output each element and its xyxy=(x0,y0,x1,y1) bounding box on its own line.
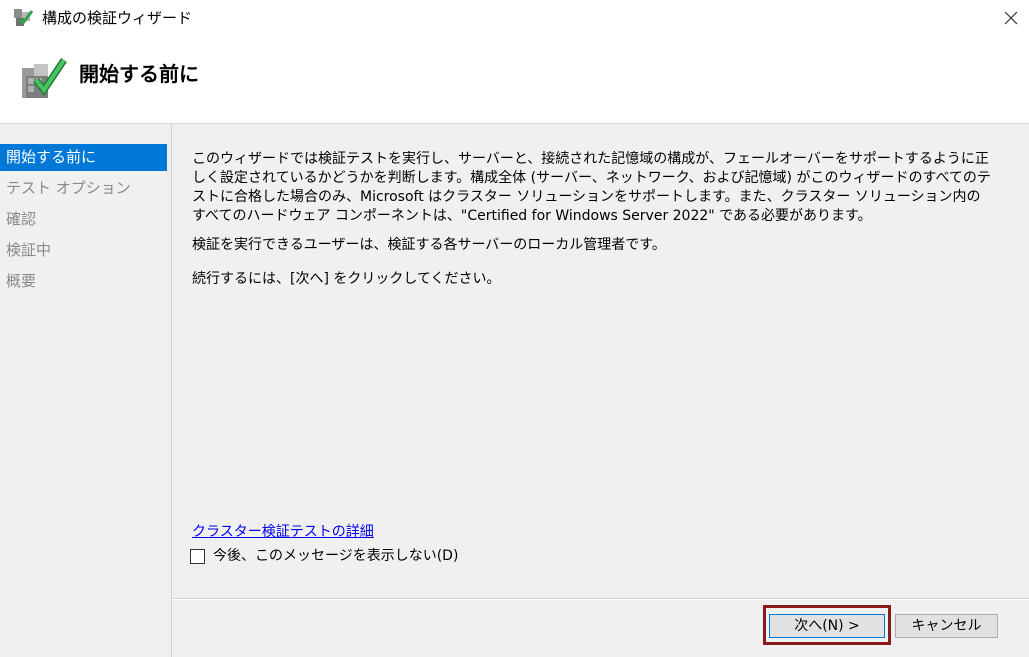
title-bar: 構成の検証ウィザード xyxy=(0,0,1029,38)
nav-step-summary[interactable]: 概要 xyxy=(0,268,167,295)
window-title: 構成の検証ウィザード xyxy=(42,9,193,27)
close-button[interactable] xyxy=(992,0,1029,36)
admin-note-paragraph: 検証を実行できるユーザーは、検証する各サーバーのローカル管理者です。 xyxy=(192,237,666,253)
dont-show-again-label[interactable]: 今後、このメッセージを表示しない(D) xyxy=(213,546,458,566)
wizard-header: 開始する前に xyxy=(0,38,1029,124)
cluster-validation-details-link[interactable]: クラスター検証テストの詳細 xyxy=(192,522,374,542)
nav-step-validating[interactable]: 検証中 xyxy=(0,237,167,264)
intro-paragraph: このウィザードでは検証テストを実行し、サーバーと、接続された記憶域の構成が、フェ… xyxy=(192,151,991,224)
cancel-button[interactable]: キャンセル xyxy=(895,614,998,638)
wizard-content: このウィザードでは検証テストを実行し、サーバーと、接続された記憶域の構成が、フェ… xyxy=(172,124,1029,657)
continue-instruction: 続行するには、[次へ] をクリックしてください。 xyxy=(192,271,501,287)
nav-step-confirmation[interactable]: 確認 xyxy=(0,206,167,233)
dont-show-again-option[interactable]: 今後、このメッセージを表示しない(D) xyxy=(190,545,458,567)
close-icon xyxy=(1004,11,1017,25)
next-button[interactable]: 次へ(N) > xyxy=(769,614,885,638)
nav-step-before-you-begin[interactable]: 開始する前に xyxy=(0,144,167,171)
page-title: 開始する前に xyxy=(79,62,199,86)
dont-show-again-checkbox[interactable] xyxy=(190,548,205,564)
nav-step-test-options[interactable]: テスト オプション xyxy=(0,175,167,202)
footer-divider-highlight xyxy=(172,599,1029,600)
validate-checkmark-icon xyxy=(22,58,67,98)
wizard-steps-nav: 開始する前に テスト オプション 確認 検証中 概要 xyxy=(0,124,172,657)
cluster-wizard-icon xyxy=(14,9,34,26)
